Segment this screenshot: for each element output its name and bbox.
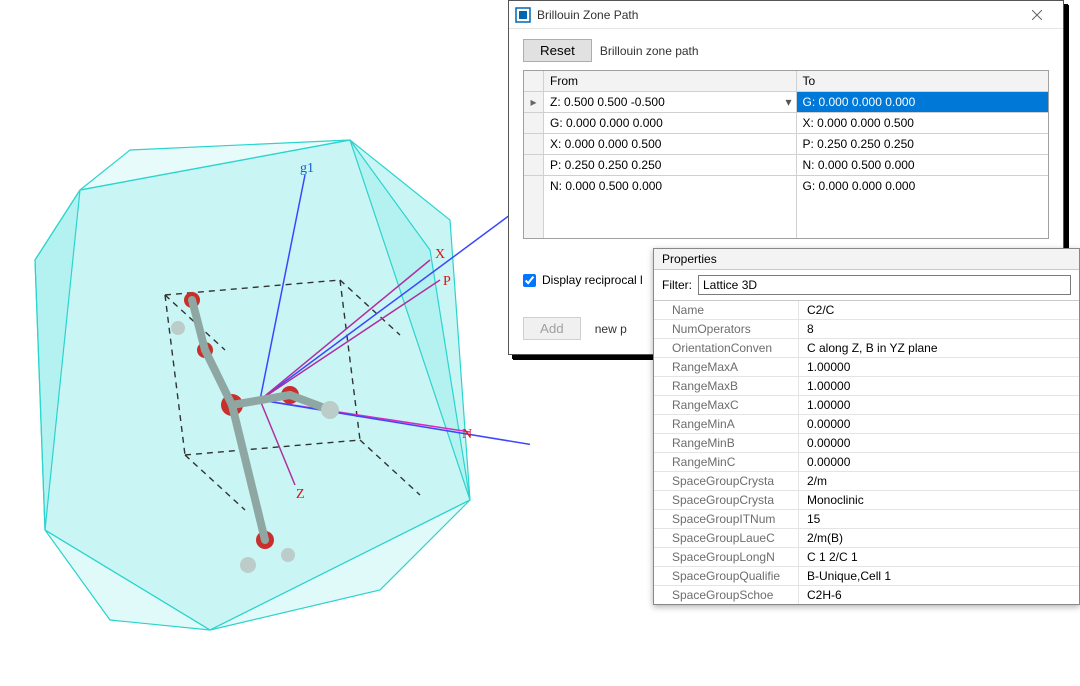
- col-indicator: [524, 71, 544, 91]
- table-row[interactable]: G: 0.000 0.000 0.000X: 0.000 0.000 0.500: [524, 113, 1048, 134]
- col-to-header[interactable]: To: [797, 71, 1049, 91]
- property-row[interactable]: SpaceGroupSchoeC2H-6: [654, 586, 1079, 604]
- property-key: SpaceGroupSchoe: [654, 586, 799, 604]
- property-key: RangeMinB: [654, 434, 799, 452]
- cell-from[interactable]: X: 0.000 0.000 0.500: [544, 134, 797, 154]
- row-indicator: [524, 176, 544, 196]
- display-reciprocal-label[interactable]: Display reciprocal l: [542, 273, 643, 287]
- property-key: SpaceGroupCrysta: [654, 491, 799, 509]
- property-key: RangeMaxC: [654, 396, 799, 414]
- cell-to[interactable]: P: 0.250 0.250 0.250: [797, 134, 1049, 154]
- filter-label: Filter:: [662, 278, 692, 292]
- property-value[interactable]: 8: [799, 320, 1079, 338]
- property-row[interactable]: SpaceGroupLongNC 1 2/C 1: [654, 548, 1079, 567]
- property-row[interactable]: OrientationConvenC along Z, B in YZ plan…: [654, 339, 1079, 358]
- property-row[interactable]: RangeMinB0.00000: [654, 434, 1079, 453]
- property-key: SpaceGroupITNum: [654, 510, 799, 528]
- property-value[interactable]: B-Unique,Cell 1: [799, 567, 1079, 585]
- property-value[interactable]: C2/C: [799, 301, 1079, 319]
- property-value[interactable]: 15: [799, 510, 1079, 528]
- property-row[interactable]: RangeMaxB1.00000: [654, 377, 1079, 396]
- property-key: OrientationConven: [654, 339, 799, 357]
- property-key: Name: [654, 301, 799, 319]
- property-key: SpaceGroupCrysta: [654, 472, 799, 490]
- properties-title: Properties: [654, 249, 1079, 270]
- property-value[interactable]: 0.00000: [799, 434, 1079, 452]
- property-row[interactable]: RangeMinC0.00000: [654, 453, 1079, 472]
- label-Z: Z: [296, 487, 305, 502]
- property-key: SpaceGroupLongN: [654, 548, 799, 566]
- property-value[interactable]: 1.00000: [799, 396, 1079, 414]
- new-path-label: new p: [595, 322, 627, 336]
- property-value[interactable]: 0.00000: [799, 415, 1079, 433]
- path-grid[interactable]: From To ▸Z: 0.500 0.500 -0.500▾G: 0.000 …: [523, 70, 1049, 239]
- cell-from[interactable]: Z: 0.500 0.500 -0.500▾: [544, 92, 797, 112]
- add-button[interactable]: Add: [523, 317, 581, 340]
- table-row[interactable]: N: 0.000 0.500 0.000G: 0.000 0.000 0.000: [524, 176, 1048, 196]
- cell-from[interactable]: G: 0.000 0.000 0.000: [544, 113, 797, 133]
- property-row[interactable]: SpaceGroupLaueC2/m(B): [654, 529, 1079, 548]
- property-key: SpaceGroupQualifie: [654, 567, 799, 585]
- brillouin-zone-3d-viewport[interactable]: g1 g2 N X P Z: [0, 0, 530, 683]
- property-value[interactable]: 0.00000: [799, 453, 1079, 471]
- property-row[interactable]: RangeMaxA1.00000: [654, 358, 1079, 377]
- close-icon[interactable]: [1017, 1, 1057, 28]
- table-row[interactable]: ▸Z: 0.500 0.500 -0.500▾G: 0.000 0.000 0.…: [524, 92, 1048, 113]
- cell-to[interactable]: N: 0.000 0.500 0.000: [797, 155, 1049, 175]
- property-row[interactable]: RangeMinA0.00000: [654, 415, 1079, 434]
- property-key: SpaceGroupLaueC: [654, 529, 799, 547]
- property-key: RangeMaxB: [654, 377, 799, 395]
- property-row[interactable]: RangeMaxC1.00000: [654, 396, 1079, 415]
- cell-from[interactable]: P: 0.250 0.250 0.250: [544, 155, 797, 175]
- label-X: X: [435, 247, 445, 262]
- property-value[interactable]: C 1 2/C 1: [799, 548, 1079, 566]
- chevron-down-icon[interactable]: ▾: [785, 95, 791, 109]
- property-value[interactable]: 2/m: [799, 472, 1079, 490]
- table-row[interactable]: P: 0.250 0.250 0.250N: 0.000 0.500 0.000: [524, 155, 1048, 176]
- property-row[interactable]: SpaceGroupQualifieB-Unique,Cell 1: [654, 567, 1079, 586]
- property-value[interactable]: 2/m(B): [799, 529, 1079, 547]
- property-key: RangeMinC: [654, 453, 799, 471]
- property-value[interactable]: C along Z, B in YZ plane: [799, 339, 1079, 357]
- cell-to[interactable]: X: 0.000 0.000 0.500: [797, 113, 1049, 133]
- properties-panel: Properties Filter: NameC2/CNumOperators8…: [653, 248, 1080, 605]
- table-row[interactable]: X: 0.000 0.000 0.500P: 0.250 0.250 0.250: [524, 134, 1048, 155]
- app-icon: [515, 7, 531, 23]
- property-value[interactable]: 1.00000: [799, 358, 1079, 376]
- properties-grid[interactable]: NameC2/CNumOperators8OrientationConvenC …: [654, 301, 1079, 604]
- dialog-title: Brillouin Zone Path: [537, 8, 1017, 22]
- property-row[interactable]: NameC2/C: [654, 301, 1079, 320]
- row-indicator: [524, 113, 544, 133]
- label-P: P: [443, 274, 451, 289]
- cell-to[interactable]: G: 0.000 0.000 0.000: [797, 176, 1049, 196]
- property-row[interactable]: SpaceGroupCrystaMonoclinic: [654, 491, 1079, 510]
- property-key: RangeMinA: [654, 415, 799, 433]
- property-value[interactable]: Monoclinic: [799, 491, 1079, 509]
- property-row[interactable]: NumOperators8: [654, 320, 1079, 339]
- dialog-titlebar[interactable]: Brillouin Zone Path: [509, 1, 1063, 29]
- cell-to[interactable]: G: 0.000 0.000 0.000: [797, 92, 1049, 112]
- property-value[interactable]: C2H-6: [799, 586, 1079, 604]
- col-from-header[interactable]: From: [544, 71, 797, 91]
- label-g1: g1: [300, 161, 314, 176]
- display-reciprocal-checkbox[interactable]: [523, 274, 536, 287]
- property-row[interactable]: SpaceGroupCrysta2/m: [654, 472, 1079, 491]
- property-value[interactable]: 1.00000: [799, 377, 1079, 395]
- reset-button[interactable]: Reset: [523, 39, 592, 62]
- path-label: Brillouin zone path: [600, 44, 699, 58]
- row-indicator: [524, 134, 544, 154]
- row-indicator: ▸: [524, 92, 544, 112]
- cell-from[interactable]: N: 0.000 0.500 0.000: [544, 176, 797, 196]
- row-indicator: [524, 155, 544, 175]
- filter-input[interactable]: [698, 275, 1071, 295]
- property-row[interactable]: SpaceGroupITNum15: [654, 510, 1079, 529]
- property-key: RangeMaxA: [654, 358, 799, 376]
- property-key: NumOperators: [654, 320, 799, 338]
- label-N: N: [462, 427, 472, 442]
